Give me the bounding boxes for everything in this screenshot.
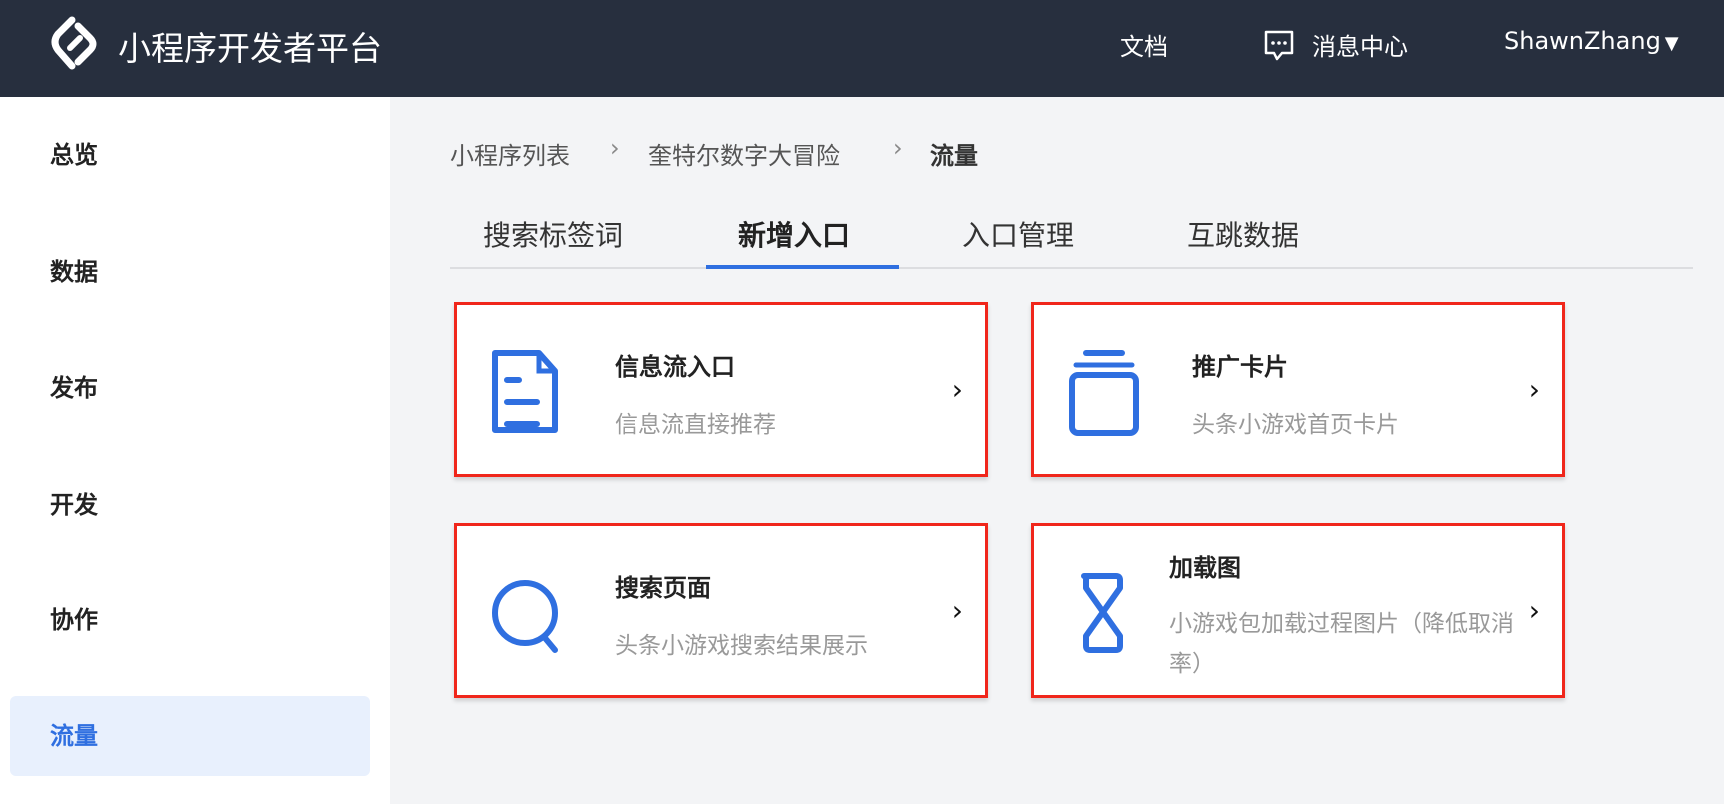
sidebar-item-overview[interactable]: 总览	[10, 115, 370, 195]
sidebar-item-develop[interactable]: 开发	[10, 465, 370, 545]
document-icon	[492, 350, 558, 433]
tab-entry-management[interactable]: 入口管理	[962, 214, 1074, 254]
top-header: 小程序开发者平台 文档 消息中心 ShawnZhang ▼	[0, 0, 1724, 97]
card-title: 信息流入口	[615, 353, 735, 381]
search-icon	[492, 580, 558, 653]
card-title: 加载图	[1169, 554, 1241, 582]
breadcrumb-app-list[interactable]: 小程序列表	[450, 136, 570, 171]
card-promo-card[interactable]: 推广卡片 头条小游戏首页卡片 ›	[1031, 302, 1565, 477]
sidebar-item-publish[interactable]: 发布	[10, 348, 370, 428]
tab-new-entry[interactable]: 新增入口	[738, 214, 850, 254]
user-name: ShawnZhang	[1504, 27, 1661, 55]
tab-divider	[450, 267, 1693, 269]
card-title: 推广卡片	[1192, 353, 1288, 381]
message-center-link[interactable]: 消息中心	[1312, 27, 1408, 62]
card-stack-icon	[1069, 350, 1139, 436]
chevron-right-icon: ›	[893, 134, 903, 162]
hourglass-icon	[1081, 573, 1123, 653]
sidebar-item-traffic[interactable]: 流量	[10, 696, 370, 776]
breadcrumb-app[interactable]: 奎特尔数字大冒险	[648, 136, 840, 171]
active-tab-indicator	[706, 265, 899, 269]
message-icon[interactable]	[1262, 28, 1296, 62]
chevron-right-icon: ›	[610, 134, 620, 162]
sidebar-item-data[interactable]: 数据	[10, 232, 370, 312]
card-description: 头条小游戏首页卡片	[1192, 412, 1399, 438]
tab-search-tags[interactable]: 搜索标签词	[483, 214, 623, 254]
card-feed-entry[interactable]: 信息流入口 信息流直接推荐 ›	[454, 302, 988, 477]
chevron-right-icon: ›	[951, 373, 963, 406]
user-menu[interactable]: ShawnZhang ▼	[1504, 27, 1679, 55]
logo-icon	[51, 16, 97, 70]
card-title: 搜索页面	[615, 574, 711, 602]
card-loading-image[interactable]: 加载图 小游戏包加载过程图片（降低取消率） ›	[1031, 523, 1565, 698]
sidebar-item-collaborate[interactable]: 协作	[10, 580, 370, 660]
brand-title: 小程序开发者平台	[118, 29, 382, 68]
breadcrumb-current: 流量	[930, 142, 978, 170]
tab-jump-data[interactable]: 互跳数据	[1187, 214, 1299, 254]
chevron-right-icon: ›	[1528, 594, 1540, 627]
sidebar: 总览 数据 发布 开发 协作 流量	[0, 97, 390, 804]
docs-link[interactable]: 文档	[1120, 27, 1168, 62]
card-description: 信息流直接推荐	[615, 412, 776, 438]
card-description: 小游戏包加载过程图片（降低取消率）	[1169, 611, 1514, 677]
caret-down-icon: ▼	[1664, 33, 1679, 54]
chevron-right-icon: ›	[951, 594, 963, 627]
card-description: 头条小游戏搜索结果展示	[615, 633, 868, 659]
card-search-page[interactable]: 搜索页面 头条小游戏搜索结果展示 ›	[454, 523, 988, 698]
chevron-right-icon: ›	[1528, 373, 1540, 406]
